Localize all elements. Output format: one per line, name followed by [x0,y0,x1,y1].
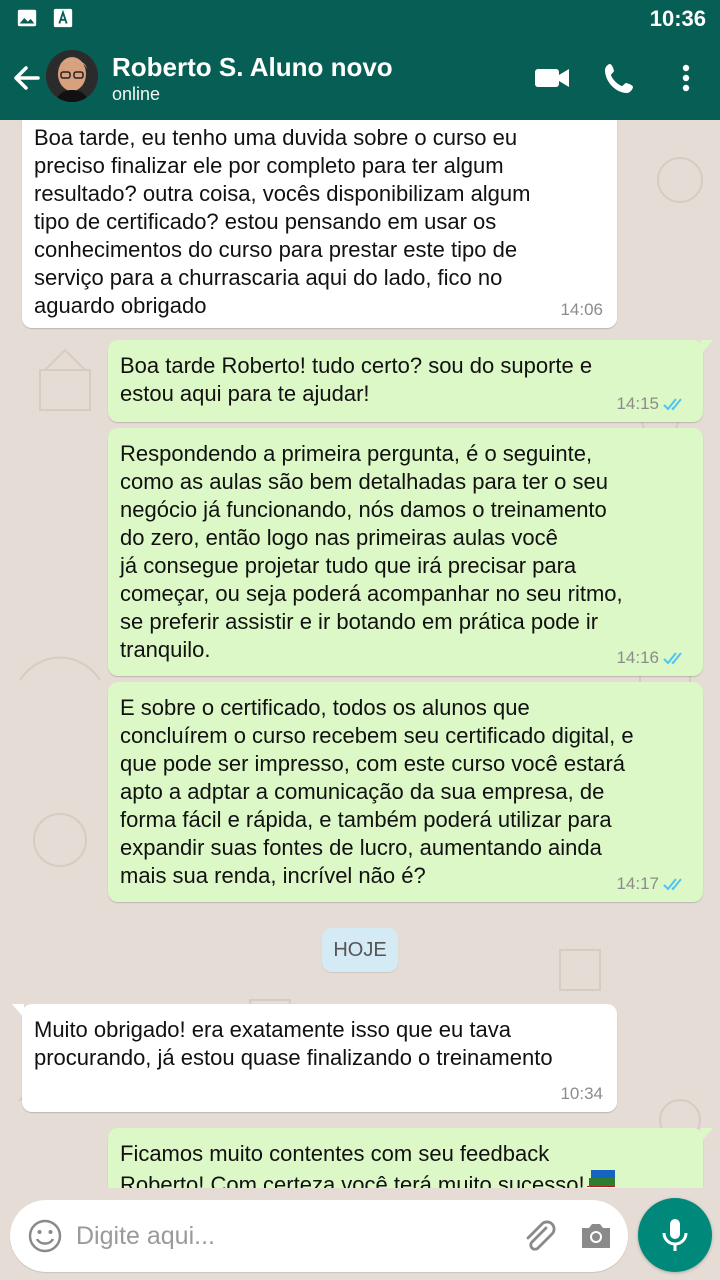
avatar[interactable] [46,50,98,102]
status-bar: 10:36 [0,0,720,36]
message-meta: 14:06 [560,300,603,320]
message-time: 14:17 [616,874,659,893]
video-call-icon[interactable] [532,58,572,98]
bubble-tail [701,1128,713,1142]
mic-icon [662,1219,688,1251]
clock: 10:36 [649,6,706,31]
more-vert-icon[interactable] [666,58,706,98]
message-text: Muito obrigado! era exatamente isso que … [34,1017,553,1070]
message-text: Boa tarde, eu tenho uma duvida sobre o c… [34,125,531,318]
message-meta: 14:15 [616,394,689,414]
mic-button[interactable] [638,1198,712,1272]
message-time: 14:16 [616,648,659,667]
message-bubble-outgoing[interactable]: E sobre o certificado, todos os alunos q… [108,682,703,902]
read-ticks-icon [663,398,682,411]
books-icon [586,1170,615,1188]
message-bubble-incoming[interactable]: Boa tarde, eu tenho uma duvida sobre o c… [22,120,617,328]
message-input[interactable] [76,1214,506,1258]
message-bubble-outgoing[interactable]: Respondendo a primeira pergunta, é o seg… [108,428,703,676]
day-divider: HOJE [322,928,398,972]
read-ticks-icon [663,878,682,891]
message-time: 14:15 [616,394,659,413]
bubble-tail [12,1004,24,1018]
composer [10,1200,628,1272]
attach-icon[interactable] [518,1216,558,1256]
message-meta: 10:34 [560,1084,603,1104]
presence-status: online [112,84,161,104]
message-meta: 14:16 [616,648,689,668]
message-text: Respondendo a primeira pergunta, é o seg… [120,441,623,662]
message-bubble-outgoing[interactable]: Boa tarde Roberto! tudo certo? sou do su… [108,340,713,422]
camera-icon[interactable] [576,1216,616,1256]
message-meta: 14:17 [616,874,689,894]
phone-icon[interactable] [600,58,640,98]
image-icon [17,9,37,27]
message-list[interactable]: Boa tarde, eu tenho uma duvida sobre o c… [0,120,720,1188]
message-time: 14:06 [560,300,603,319]
message-text: E sobre o certificado, todos os alunos q… [120,695,634,888]
message-text: Boa tarde Roberto! tudo certo? sou do su… [120,353,593,406]
composer-bar [0,1188,720,1280]
message-time: 10:34 [560,1084,603,1103]
message-bubble-outgoing[interactable]: Ficamos muito contentes com seu feedback… [108,1128,713,1188]
back-arrow-icon[interactable] [10,60,42,96]
message-bubble-incoming[interactable]: Muito obrigado! era exatamente isso que … [12,1004,617,1112]
chat-header: Roberto S. Aluno novo online [0,36,720,120]
message-text: Ficamos muito contentes com seu feedback… [120,1141,585,1188]
contact-name[interactable]: Roberto S. Aluno novo [112,52,393,83]
font-download-icon [53,8,73,28]
bubble-tail [701,340,713,354]
read-ticks-icon [663,652,682,665]
emoji-icon[interactable] [26,1217,64,1255]
